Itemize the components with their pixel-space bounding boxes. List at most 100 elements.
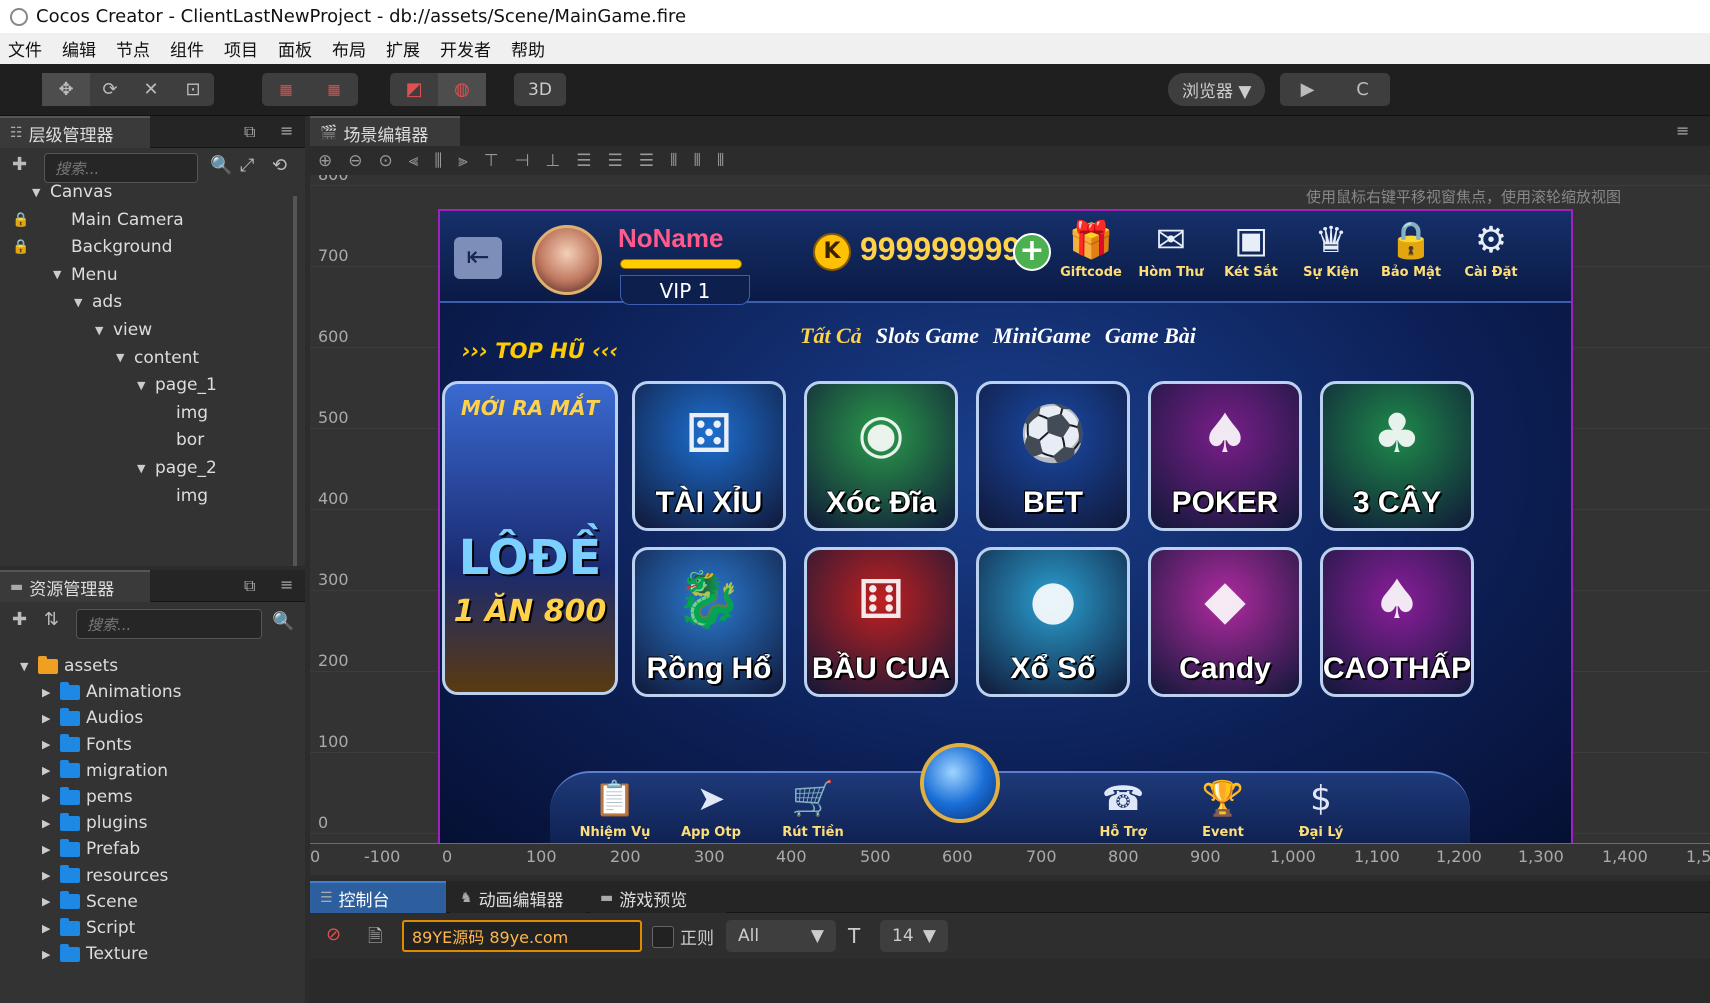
align-middle-icon[interactable]: ⊣: [515, 151, 530, 171]
chevron-right-icon[interactable]: ▶: [42, 895, 60, 908]
hierarchy-node[interactable]: ▼ ads: [74, 288, 122, 316]
bottom-nav-item[interactable]: 🏆 Event: [1178, 773, 1268, 840]
tab-scene-editor[interactable]: 🎬 场景编辑器: [310, 116, 460, 148]
chevron-right-icon[interactable]: ▶: [42, 869, 60, 882]
zoom-in-icon[interactable]: ⊕: [318, 151, 332, 171]
asset-folder[interactable]: ▶ pems: [42, 783, 133, 811]
game-tile[interactable]: ♠ POKER: [1148, 381, 1302, 531]
preview-target-select[interactable]: 浏览器 ▼: [1168, 73, 1266, 106]
asset-folder[interactable]: ▶ plugins: [42, 809, 147, 837]
scale-tool-icon[interactable]: ✕: [130, 73, 172, 106]
asset-root[interactable]: ▼ assets: [20, 652, 118, 680]
hierarchy-node[interactable]: ▼ Menu: [53, 261, 118, 289]
asset-folder[interactable]: ▶ Fonts: [42, 731, 132, 759]
zoom-out-icon[interactable]: ⊖: [348, 151, 362, 171]
game-tile[interactable]: ♠ CAOTHẤP: [1320, 547, 1474, 697]
chevron-down-icon[interactable]: ▼: [32, 186, 50, 199]
open-log-icon[interactable]: 🗎: [368, 924, 382, 954]
rotate-tool-icon[interactable]: ⟳: [90, 73, 130, 106]
popout-icon[interactable]: ⧉: [244, 576, 255, 596]
hierarchy-node[interactable]: bor: [158, 426, 204, 454]
bottom-tab[interactable]: ▬ 游戏预览: [590, 881, 726, 913]
center-orb-icon[interactable]: [920, 743, 1000, 823]
move-tool-icon[interactable]: ✥: [42, 73, 90, 106]
menu-item[interactable]: 帮助: [511, 36, 545, 61]
top-icon-sự-kiện[interactable]: ♛ Sự Kiện: [1291, 217, 1371, 280]
bottom-nav-item[interactable]: ☎ Hỗ Trợ: [1078, 773, 1168, 840]
align-top-icon[interactable]: ⊤: [484, 151, 499, 171]
asset-folder[interactable]: ▶ Prefab: [42, 835, 140, 863]
pivot-global-icon[interactable]: ▦: [310, 73, 358, 106]
hierarchy-node[interactable]: img: [158, 482, 208, 510]
bottom-tab[interactable]: ♞ 动画编辑器: [450, 881, 586, 913]
game-tile[interactable]: ● Xổ Số: [976, 547, 1130, 697]
tab-hierarchy[interactable]: ☷ 层级管理器: [0, 116, 150, 148]
menu-icon[interactable]: ≡: [1676, 121, 1689, 140]
chevron-right-icon[interactable]: ▶: [42, 712, 60, 725]
chevron-down-icon[interactable]: ▼: [74, 296, 92, 309]
chevron-right-icon[interactable]: ▶: [42, 791, 60, 804]
top-icon-cài-đặt[interactable]: ⚙ Cài Đặt: [1451, 217, 1531, 280]
game-tile[interactable]: 🐉 Rồng Hổ: [632, 547, 786, 697]
bottom-nav-item[interactable]: ➤ App Otp: [666, 773, 756, 840]
add-node-icon[interactable]: ✚: [12, 154, 27, 175]
asset-folder[interactable]: ▶ resources: [42, 862, 168, 890]
chevron-right-icon[interactable]: ▶: [42, 764, 60, 777]
chevron-down-icon[interactable]: ▼: [53, 268, 71, 281]
chevron-right-icon[interactable]: ▶: [42, 843, 60, 856]
menu-item[interactable]: 布局: [332, 36, 366, 61]
asset-folder[interactable]: ▶ Script: [42, 914, 135, 942]
bottom-nav-item[interactable]: 📋 Nhiệm Vụ: [570, 773, 660, 840]
game-tile[interactable]: ⚄ TÀI XỈU: [632, 381, 786, 531]
popout-icon[interactable]: ⧉: [244, 122, 255, 142]
align-left-icon[interactable]: ⫷: [409, 151, 419, 171]
regex-checkbox[interactable]: [652, 926, 674, 948]
distribute-bottom-icon[interactable]: ☰: [639, 151, 654, 171]
category-tab[interactable]: Game Bài: [1105, 323, 1196, 349]
font-size-select[interactable]: 14 ▼: [880, 920, 948, 952]
chevron-right-icon[interactable]: ▶: [42, 686, 60, 699]
snap-global-icon[interactable]: ◍: [438, 73, 486, 106]
3d-toggle-button[interactable]: 3D: [514, 73, 566, 106]
pivot-local-icon[interactable]: ▦: [262, 73, 310, 106]
asset-folder[interactable]: ▶ Scene: [42, 888, 138, 916]
zoom-reset-icon[interactable]: ⊙: [379, 151, 393, 171]
hierarchy-node[interactable]: Main Camera: [53, 206, 184, 234]
asset-folder[interactable]: ▶ Texture: [42, 940, 148, 968]
scene-viewport[interactable]: 800 700 600 500 400 300 200 100 0 ⇤ NoName VIP 1…: [310, 175, 1710, 875]
category-tab[interactable]: MiniGame: [993, 323, 1091, 349]
bottom-nav-item[interactable]: $ Đại Lý: [1276, 773, 1366, 840]
category-tab[interactable]: Slots Game: [876, 323, 979, 349]
lock-icon[interactable]: 🔒: [12, 212, 29, 228]
tile-lode[interactable]: MỚI RA MẮT LÔĐỀ 1 ĂN 800: [442, 381, 618, 695]
hierarchy-node[interactable]: ▼ content: [116, 344, 199, 372]
exit-icon[interactable]: ⇤: [454, 237, 502, 279]
bottom-nav-item[interactable]: 🛒 Rút Tiền: [768, 773, 858, 840]
refresh-hierarchy-icon[interactable]: ⟲: [272, 155, 287, 176]
category-tab[interactable]: Tất Cả: [800, 323, 862, 349]
hierarchy-scrollbar[interactable]: [293, 196, 297, 566]
lock-icon[interactable]: 🔒: [12, 239, 29, 255]
play-icon[interactable]: ▶: [1280, 73, 1335, 106]
hierarchy-node[interactable]: ▼ page_1: [137, 371, 217, 399]
chevron-down-icon[interactable]: ▼: [137, 462, 155, 475]
menu-item[interactable]: 面板: [278, 36, 312, 61]
top-icon-hòm-thư[interactable]: ✉ Hòm Thư: [1131, 217, 1211, 280]
chevron-down-icon[interactable]: ▼: [137, 379, 155, 392]
search-icon[interactable]: 🔍: [272, 611, 294, 632]
menu-item[interactable]: 文件: [8, 36, 42, 61]
clear-console-icon[interactable]: ⊘: [326, 924, 341, 945]
game-tile[interactable]: ◆ Candy: [1148, 547, 1302, 697]
tab-assets[interactable]: ▬ 资源管理器: [0, 570, 150, 602]
rect-tool-icon[interactable]: ⊡: [172, 73, 214, 106]
chevron-down-icon[interactable]: ▼: [95, 324, 113, 337]
asset-folder[interactable]: ▶ Animations: [42, 678, 182, 706]
hierarchy-node[interactable]: ▼ page_2: [137, 454, 217, 482]
menu-item[interactable]: 扩展: [386, 36, 420, 61]
menu-item[interactable]: 编辑: [62, 36, 96, 61]
chevron-right-icon[interactable]: ▶: [42, 922, 60, 935]
game-canvas[interactable]: ⇤ NoName VIP 1 K 999999999 + 🎁 Giftcode ✉ H…: [438, 209, 1573, 845]
menu-icon[interactable]: ≡: [280, 121, 293, 140]
sort-icon[interactable]: ⇅: [44, 609, 59, 630]
bottom-tab[interactable]: ☰ 控制台: [310, 881, 446, 913]
